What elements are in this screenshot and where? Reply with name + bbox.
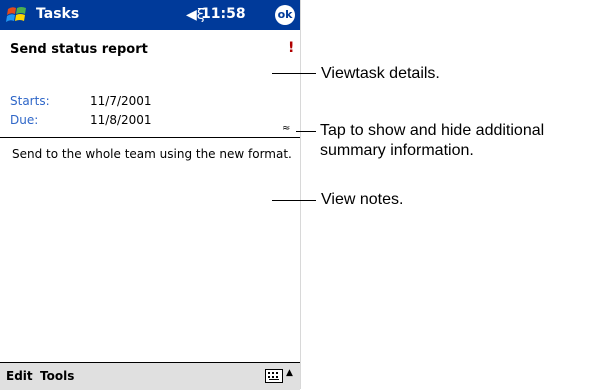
callout-line-toggle (296, 131, 316, 132)
task-notes[interactable]: Send to the whole team using the new for… (12, 145, 292, 163)
tools-menu[interactable]: Tools (40, 369, 74, 383)
summary-divider (0, 137, 300, 138)
ok-button[interactable]: ok (275, 5, 295, 25)
input-selector-arrow-icon[interactable]: ▲ (286, 368, 293, 378)
callout-line-notes (272, 200, 316, 201)
edit-menu[interactable]: Edit (6, 369, 33, 383)
app-title: Tasks (36, 6, 80, 22)
pocket-pc-screen: Tasks ◀ξ 11:58 ok Send status report ! S… (0, 0, 301, 390)
callout-details: Viewtask details. (321, 65, 440, 82)
due-label: Due: (10, 113, 39, 127)
callout-line-details (272, 73, 316, 74)
keyboard-icon[interactable] (265, 369, 283, 383)
windows-flag-icon[interactable] (6, 5, 30, 25)
menu-bar: Edit Tools ▲ (0, 362, 300, 390)
summary-toggle-icon[interactable]: ≈ (282, 123, 290, 134)
due-value: 11/8/2001 (90, 113, 152, 127)
task-subject: Send status report (10, 42, 148, 57)
callout-toggle-line2: summary information. (320, 142, 474, 159)
callout-notes: View notes. (321, 191, 404, 208)
priority-icon: ! (288, 40, 295, 56)
starts-value: 11/7/2001 (90, 94, 152, 108)
clock[interactable]: 11:58 (201, 6, 246, 22)
callout-toggle-line1: Tap to show and hide additional (320, 122, 545, 139)
starts-label: Starts: (10, 94, 50, 108)
title-bar: Tasks ◀ξ 11:58 ok (0, 0, 300, 30)
